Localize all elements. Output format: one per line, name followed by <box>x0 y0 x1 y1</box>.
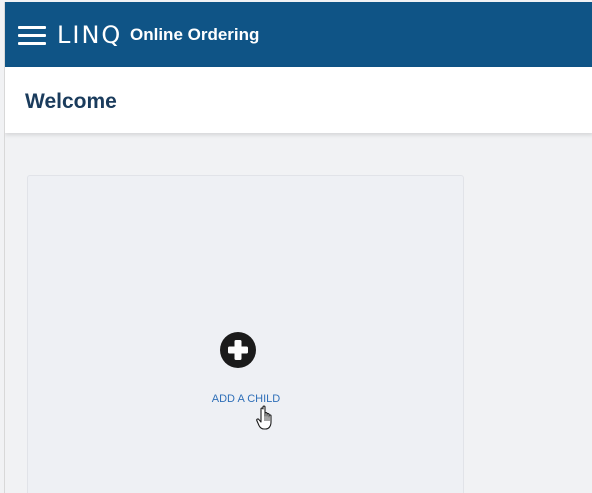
page-header: Welcome <box>5 67 592 133</box>
plus-circle-icon[interactable] <box>220 332 256 368</box>
add-child-button[interactable]: ADD A CHILD <box>200 326 292 406</box>
app-window: LINQ Online Ordering Welcome ADD A CHILD <box>4 2 592 493</box>
hamburger-menu-icon[interactable] <box>18 26 46 46</box>
top-navigation-bar: LINQ Online Ordering <box>5 2 592 67</box>
hand-pointer-cursor-icon <box>256 405 272 430</box>
add-child-label[interactable]: ADD A CHILD <box>200 392 292 406</box>
brand-logo: LINQ <box>57 21 123 49</box>
child-card: ADD A CHILD <box>27 175 464 493</box>
page-title: Welcome <box>25 90 117 113</box>
product-name: Online Ordering <box>130 25 260 44</box>
